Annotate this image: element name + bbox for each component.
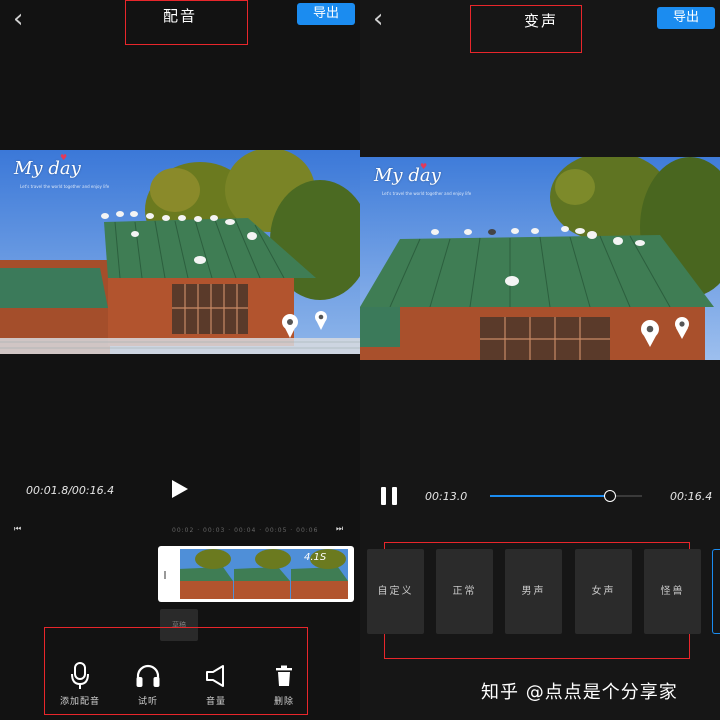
sticker-text: My day bbox=[14, 158, 81, 179]
back-chevron-icon[interactable]: ‹ bbox=[373, 4, 383, 34]
video-frame-image: ♥ bbox=[0, 150, 360, 354]
title-highlight-box bbox=[470, 5, 582, 53]
voice-option-custom[interactable]: 自定义 bbox=[367, 549, 424, 634]
voice-option-next-partial[interactable] bbox=[712, 549, 720, 634]
trash-icon bbox=[276, 665, 292, 686]
title-highlight-box bbox=[125, 0, 248, 45]
current-time: 00:01.8 bbox=[26, 484, 69, 497]
export-button[interactable]: 导出 bbox=[297, 3, 355, 25]
add-dubbing-button[interactable]: 添加配音 bbox=[50, 662, 110, 707]
video-preview[interactable]: ♥ My day Let's travel the world together… bbox=[0, 150, 360, 354]
dubbing-screen: ‹ 配音 导出 ♥ My day Let's travel the world … bbox=[0, 0, 360, 720]
headphones-icon bbox=[136, 664, 160, 687]
voice-option-female[interactable]: 女声 bbox=[575, 549, 632, 634]
voice-changer-screen: ‹ 变声 导出 ♥ My day Let's travel the world … bbox=[360, 0, 720, 720]
time-readout: 00:01.8/00:16.4 bbox=[26, 484, 115, 497]
total-time: 00:16.4 bbox=[670, 490, 713, 503]
current-time: 00:13.0 bbox=[425, 490, 468, 503]
volume-button[interactable]: 音量 bbox=[186, 662, 246, 707]
clip-duration: 4.1S bbox=[304, 552, 327, 563]
pause-icon bbox=[381, 487, 397, 505]
export-button[interactable]: 导出 bbox=[657, 7, 715, 29]
sticker-subtext: Let's travel the world together and enjo… bbox=[20, 184, 110, 189]
microphone-icon bbox=[71, 662, 89, 689]
seek-slider[interactable] bbox=[490, 488, 642, 504]
voice-option-normal[interactable]: 正常 bbox=[436, 549, 493, 634]
back-chevron-icon[interactable]: ‹ bbox=[13, 4, 23, 34]
voice-option-monster[interactable]: 怪兽 bbox=[644, 549, 701, 634]
video-frame-image: ♥ bbox=[360, 157, 720, 360]
sticker-text: My day bbox=[374, 165, 441, 186]
speaker-icon bbox=[206, 665, 224, 687]
delete-button[interactable]: 删除 bbox=[254, 662, 314, 707]
jump-end-icon[interactable]: ⏭ bbox=[336, 524, 343, 534]
preview-listen-button[interactable]: 试听 bbox=[118, 662, 178, 707]
play-icon bbox=[172, 480, 188, 498]
audio-clip-track[interactable]: 4.1S bbox=[158, 546, 354, 602]
watermark: 知乎 @点点是个分享家 bbox=[481, 682, 678, 703]
timeline-ruler: 00:02 · 00:03 · 00:04 · 00:05 · 00:06 bbox=[172, 527, 319, 534]
sticker-subtext: Let's travel the world together and enjo… bbox=[382, 191, 472, 196]
clip-trim-handle-left[interactable] bbox=[164, 571, 166, 579]
total-time: 00:16.4 bbox=[71, 484, 115, 497]
playhead[interactable] bbox=[178, 546, 180, 602]
play-button[interactable] bbox=[172, 480, 188, 502]
seek-knob[interactable] bbox=[604, 490, 617, 502]
seek-progress bbox=[490, 495, 611, 497]
pause-button[interactable] bbox=[381, 487, 397, 509]
voice-option-male[interactable]: 男声 bbox=[505, 549, 562, 634]
video-preview[interactable]: ♥ My day Let's travel the world together… bbox=[360, 157, 720, 360]
jump-start-icon[interactable]: ⏮ bbox=[14, 524, 21, 534]
